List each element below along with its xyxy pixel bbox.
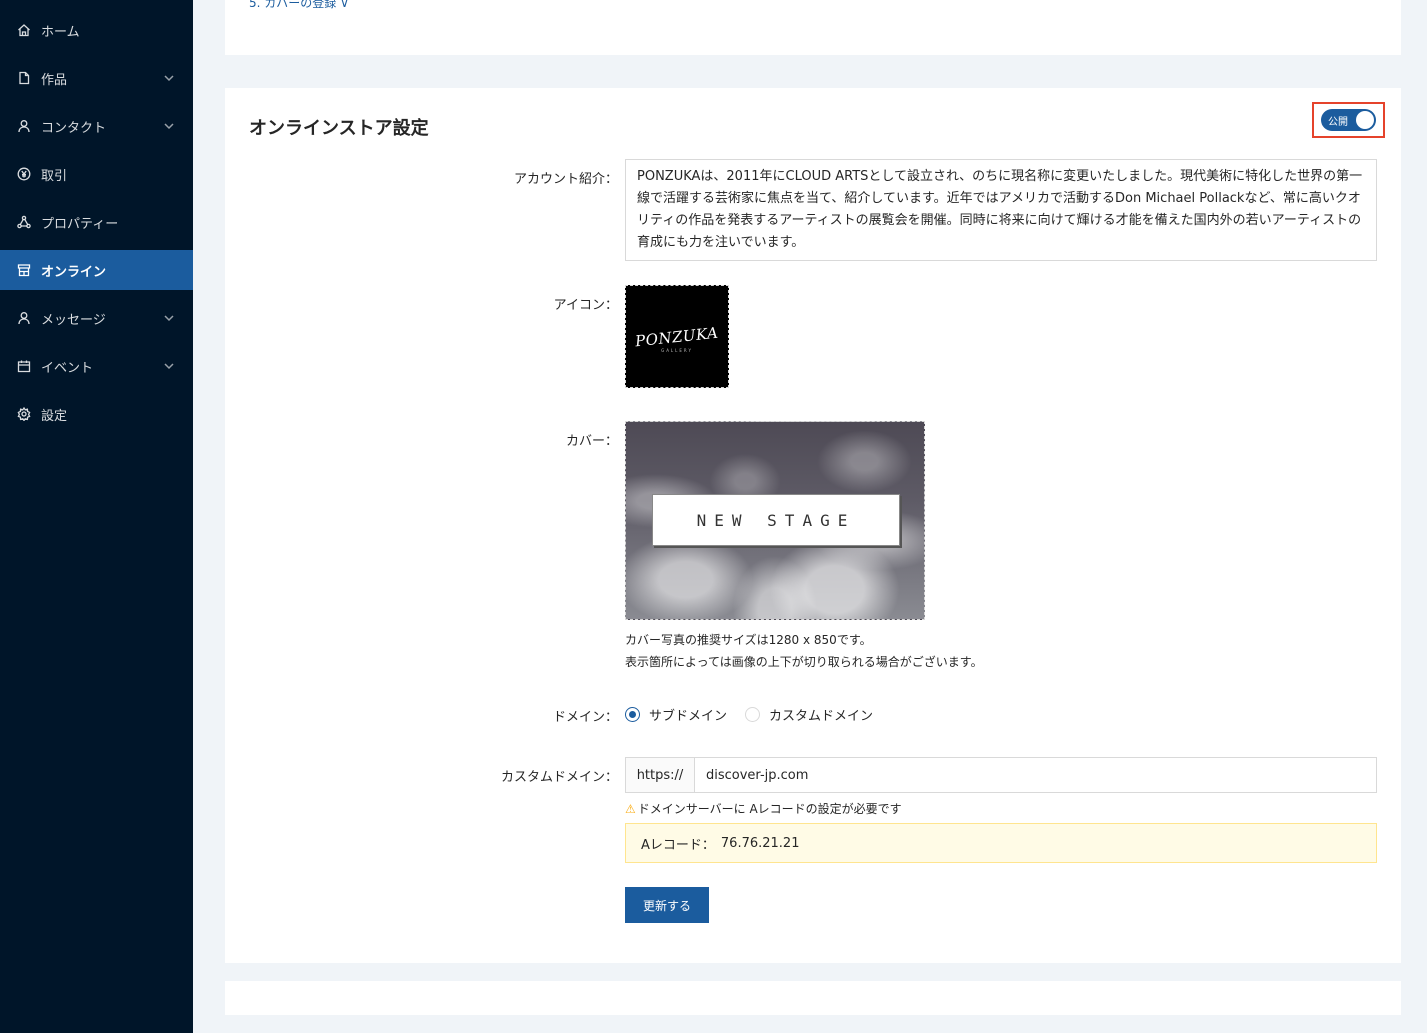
logo-sub-text: GALLERY	[661, 348, 693, 353]
sidebar-item-online[interactable]: オンライン	[0, 250, 193, 290]
user-icon	[17, 311, 31, 325]
yen-icon	[17, 167, 31, 181]
icon-label: アイコン：	[553, 298, 618, 313]
sidebar-item-properties[interactable]: プロパティー	[0, 202, 193, 242]
sidebar-item-contacts[interactable]: コンタクト	[0, 106, 193, 146]
cover-title-text: NEW STAGE	[696, 510, 856, 530]
custom-domain-label: カスタムドメイン：	[500, 770, 618, 785]
a-record-warning: ⚠ ドメインサーバーに Aレコードの設定が必要です	[625, 800, 902, 817]
cover-upload[interactable]: NEW STAGE	[625, 421, 925, 620]
logo-image: PONZUKA	[634, 323, 720, 350]
user-icon	[17, 119, 31, 133]
radio-subdomain-label[interactable]: サブドメイン	[649, 705, 727, 724]
custom-domain-input-group: https:// discover-jp.com	[625, 757, 1377, 793]
calendar-icon	[17, 359, 31, 373]
sidebar-item-events[interactable]: イベント	[0, 346, 193, 386]
sidebar-item-label: 取引	[41, 168, 68, 184]
cover-title-box: NEW STAGE	[652, 494, 900, 546]
gear-icon	[17, 407, 31, 421]
file-icon	[17, 71, 31, 85]
radio-custom-domain[interactable]	[745, 707, 761, 722]
sidebar-item-transactions[interactable]: 取引	[0, 154, 193, 194]
update-button[interactable]: 更新する	[625, 887, 709, 923]
toggle-knob	[1356, 111, 1374, 129]
section-title: オンラインストア設定	[249, 118, 429, 139]
prev-step-link[interactable]: 5. カバーの登録 ∨	[249, 0, 349, 11]
online-store-settings-card: オンラインストア設定 公開 アカウント紹介： PONZUKAは、2011年にCL…	[225, 88, 1401, 963]
chevron-down-icon	[163, 120, 175, 132]
account-intro-label: アカウント紹介：	[513, 172, 618, 187]
publish-toggle-highlight: 公開	[1312, 102, 1385, 138]
a-record-label: Aレコード：	[641, 837, 715, 853]
a-record-box: Aレコード： 76.76.21.21	[625, 823, 1377, 863]
previous-section-card: 5. カバーの登録 ∨	[225, 0, 1401, 55]
sidebar-item-home[interactable]: ホーム	[0, 10, 193, 50]
home-icon	[17, 23, 31, 37]
chevron-down-icon	[163, 312, 175, 324]
chevron-down-icon	[163, 72, 175, 84]
domain-label: ドメイン：	[552, 710, 618, 725]
cluster-icon	[17, 215, 31, 229]
cover-label: カバー：	[565, 434, 618, 449]
sidebar-item-label: オンライン	[41, 264, 107, 280]
shop-icon	[17, 263, 31, 277]
sidebar: ホーム 作品 コンタクト 取引 プロパティー オンライン メッセージ イベント …	[0, 0, 193, 1033]
radio-custom-domain-label[interactable]: カスタムドメイン	[769, 705, 873, 724]
https-prefix: https://	[626, 758, 695, 792]
sidebar-item-works[interactable]: 作品	[0, 58, 193, 98]
account-intro-textarea[interactable]: PONZUKAは、2011年にCLOUD ARTSとして設立され、のちに現名称に…	[625, 159, 1377, 261]
radio-subdomain[interactable]	[625, 707, 640, 722]
chevron-down-icon	[163, 360, 175, 372]
sidebar-item-label: ホーム	[41, 24, 80, 40]
a-record-warning-text: ドメインサーバーに Aレコードの設定が必要です	[637, 802, 902, 816]
warning-icon: ⚠	[625, 801, 636, 816]
custom-domain-input[interactable]: discover-jp.com	[695, 758, 1376, 792]
next-section-card	[225, 981, 1401, 1015]
sidebar-item-settings[interactable]: 設定	[0, 394, 193, 434]
publish-toggle[interactable]: 公開	[1321, 109, 1376, 131]
cover-help-line2: 表示箇所によっては画像の上下が切り取られる場合がございます。	[625, 655, 983, 669]
sidebar-item-label: 設定	[41, 408, 68, 424]
sidebar-item-messages[interactable]: メッセージ	[0, 298, 193, 338]
a-record-value: 76.76.21.21	[720, 835, 800, 851]
sidebar-item-label: プロパティー	[41, 216, 119, 232]
domain-radio-group: サブドメイン カスタムドメイン	[625, 705, 891, 724]
cover-help-line1: カバー写真の推奨サイズは1280 x 850です。	[625, 633, 872, 647]
icon-upload[interactable]: PONZUKA GALLERY	[625, 285, 729, 388]
publish-toggle-label: 公開	[1328, 116, 1348, 128]
